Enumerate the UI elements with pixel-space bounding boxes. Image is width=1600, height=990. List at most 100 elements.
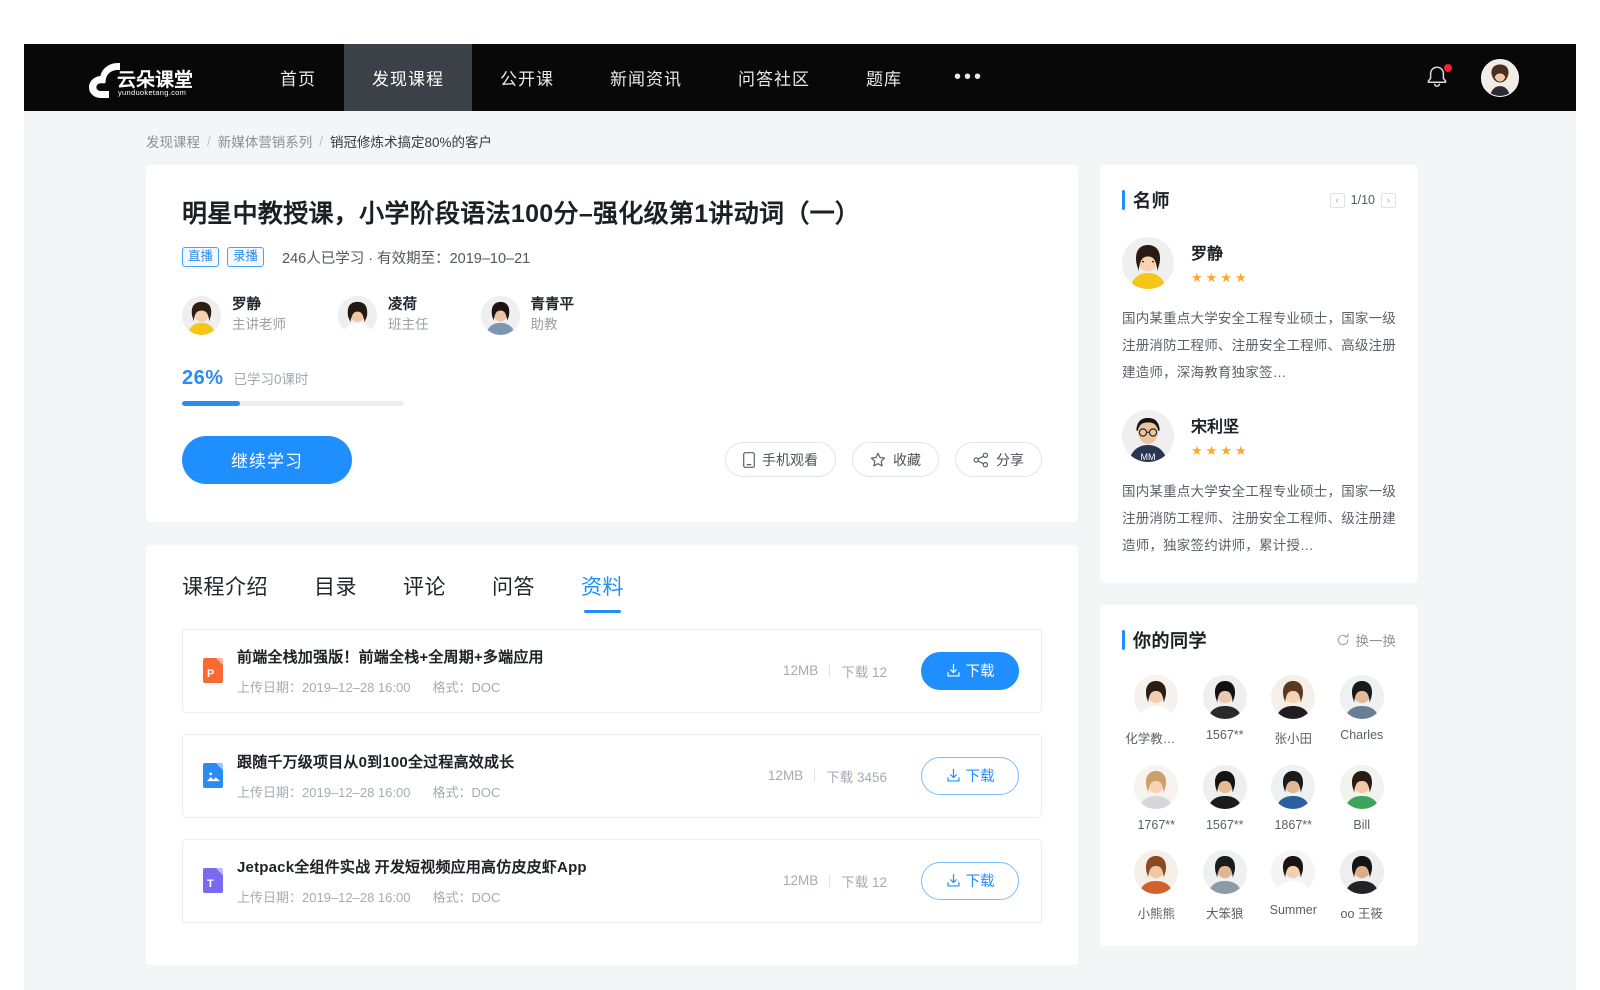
course-teacher-item[interactable]: 罗静 主讲老师	[182, 296, 286, 335]
classmate-name: 1567**	[1206, 728, 1244, 742]
classmate-item[interactable]: Summer	[1270, 850, 1317, 922]
famous-teacher-description: 国内某重点大学安全工程专业硕士，国家一级注册消防工程师、注册安全工程师、级注册建…	[1122, 478, 1396, 559]
classmate-item[interactable]: Charles	[1340, 675, 1384, 747]
classmate-item[interactable]: oo 王筱	[1340, 850, 1384, 922]
mobile-watch-button[interactable]: 手机观看	[725, 442, 836, 477]
mobile-watch-label: 手机观看	[762, 450, 818, 470]
download-button[interactable]: 下载	[921, 862, 1019, 900]
file-row[interactable]: P 前端全栈加强版！前端全栈+全周期+多端应用 上传日期：2019–12–28 …	[182, 629, 1042, 713]
avatar	[1203, 765, 1247, 809]
nav-item-more[interactable]: •••	[930, 44, 1008, 111]
refresh-classmates-button[interactable]: 换一换	[1336, 630, 1397, 650]
file-type-icon: T	[203, 868, 223, 893]
classmate-item[interactable]: 1867**	[1271, 765, 1315, 832]
teacher-name: 凌荷	[388, 296, 429, 316]
stats-divider	[829, 874, 830, 887]
nav-item-discover-courses[interactable]: 发现课程	[344, 44, 472, 111]
nav-item-open-class[interactable]: 公开课	[472, 44, 582, 111]
file-size: 12MB	[783, 873, 818, 888]
course-title: 明星中教授课，小学阶段语法100分–强化级第1讲动词（一）	[182, 198, 1042, 231]
classmate-name: oo 王筱	[1341, 903, 1383, 922]
svg-text:MM: MM	[1141, 452, 1156, 462]
site-logo[interactable]: 云朵课堂 yunduoketang.com	[84, 58, 192, 98]
download-button[interactable]: 下载	[921, 652, 1019, 690]
stats-divider	[829, 664, 830, 677]
file-row[interactable]: T Jetpack全组件实战 开发短视频应用高仿皮皮虾App 上传日期：2019…	[182, 839, 1042, 923]
star-icon: ★	[1206, 270, 1218, 286]
user-avatar[interactable]	[1481, 59, 1519, 97]
tab-comments[interactable]: 评论	[403, 571, 446, 613]
file-stats: 12MB 下载 12	[783, 871, 887, 891]
file-size: 12MB	[783, 663, 818, 678]
tab-catalog[interactable]: 目录	[314, 571, 357, 613]
next-page-button[interactable]: ›	[1381, 193, 1396, 208]
nav-item-qa-community[interactable]: 问答社区	[710, 44, 838, 111]
file-info: Jetpack全组件实战 开发短视频应用高仿皮皮虾App 上传日期：2019–1…	[237, 856, 587, 906]
download-label: 下载	[966, 870, 995, 891]
file-type-icon: P	[203, 658, 223, 683]
page-body: 明星中教授课，小学阶段语法100分–强化级第1讲动词（一） 直播 录播 246人…	[24, 151, 1576, 965]
progress-label: 已学习0课时	[234, 368, 309, 388]
classmate-item[interactable]: 1567**	[1203, 765, 1247, 832]
avatar	[1271, 765, 1315, 809]
avatar-image	[1203, 765, 1247, 809]
nav-item-news[interactable]: 新闻资讯	[582, 44, 710, 111]
avatar	[1340, 675, 1384, 719]
famous-teacher-name: 罗静	[1191, 240, 1247, 264]
progress-fill	[182, 401, 240, 406]
nav-item-home[interactable]: 首页	[252, 44, 344, 111]
classmate-item[interactable]: 小熊熊	[1134, 850, 1178, 922]
breadcrumb-item-0[interactable]: 发现课程	[146, 131, 200, 151]
download-button[interactable]: 下载	[921, 757, 1019, 795]
share-button[interactable]: 分享	[955, 442, 1042, 477]
avatar	[182, 296, 221, 335]
course-header-card: 明星中教授课，小学阶段语法100分–强化级第1讲动词（一） 直播 录播 246人…	[146, 165, 1078, 522]
rating-stars: ★ ★ ★ ★	[1191, 443, 1247, 459]
course-tabs: 课程介绍 目录 评论 问答 资料	[146, 545, 1078, 613]
avatar-image: MM	[1122, 410, 1174, 462]
continue-study-button[interactable]: 继续学习	[182, 436, 352, 484]
classmate-item[interactable]: 1567**	[1203, 675, 1247, 747]
file-name: Jetpack全组件实战 开发短视频应用高仿皮皮虾App	[237, 856, 587, 877]
classmate-name: 1867**	[1274, 818, 1312, 832]
tab-materials[interactable]: 资料	[581, 571, 624, 613]
course-teacher-item[interactable]: 凌荷 班主任	[338, 296, 429, 335]
tab-qa[interactable]: 问答	[492, 571, 535, 613]
icon-fold	[216, 868, 223, 875]
star-icon: ★	[1235, 270, 1247, 286]
avatar-image	[182, 296, 221, 335]
favorite-button[interactable]: 收藏	[852, 442, 939, 477]
avatar-image	[1271, 850, 1315, 894]
notifications-button[interactable]	[1425, 64, 1451, 92]
avatar	[1271, 850, 1315, 894]
file-row[interactable]: 跟随千万级项目从0到100全过程高效成长 上传日期：2019–12–28 16:…	[182, 734, 1042, 818]
classmate-item[interactable]: Bill	[1340, 765, 1384, 832]
avatar	[338, 296, 377, 335]
classmate-item[interactable]: 大笨狼	[1203, 850, 1247, 922]
breadcrumb-item-1[interactable]: 新媒体营销系列	[218, 131, 313, 151]
avatar-image	[1271, 765, 1315, 809]
course-meta-text: 246人已学习 · 有效期至：2019–10–21	[282, 247, 530, 268]
classmate-item[interactable]: 1767**	[1134, 765, 1178, 832]
prev-page-button[interactable]: ‹	[1330, 193, 1345, 208]
breadcrumb-separator: /	[319, 134, 323, 149]
refresh-label: 换一换	[1356, 630, 1397, 650]
nav-item-question-bank[interactable]: 题库	[838, 44, 930, 111]
avatar-image	[338, 296, 377, 335]
teacher-role: 助教	[531, 315, 575, 335]
star-icon: ★	[1206, 443, 1218, 459]
tab-course-intro[interactable]: 课程介绍	[182, 571, 268, 613]
famous-teacher-item[interactable]: 罗静 ★ ★ ★ ★ 国内某重点大学安全工程专业硕士，国家一级注册消防工程师、注…	[1122, 237, 1396, 386]
famous-teachers-title: 名师	[1122, 187, 1170, 213]
app-viewport: 云朵课堂 yunduoketang.com 首页 发现课程 公开课 新闻资讯 问…	[24, 44, 1576, 990]
course-teacher-item[interactable]: 青青平 助教	[481, 296, 575, 335]
share-icon	[973, 452, 989, 468]
avatar	[1340, 765, 1384, 809]
classmate-item[interactable]: 化学教书…	[1125, 675, 1187, 747]
avatar-image	[481, 296, 520, 335]
refresh-icon	[1336, 633, 1350, 647]
classmate-item[interactable]: 张小田	[1271, 675, 1315, 747]
famous-teacher-item[interactable]: MM 宋利坚 ★ ★	[1122, 410, 1396, 559]
file-sub: 上传日期：2019–12–28 16:00 格式：DOC	[237, 677, 544, 696]
file-format: 格式：DOC	[432, 677, 500, 696]
